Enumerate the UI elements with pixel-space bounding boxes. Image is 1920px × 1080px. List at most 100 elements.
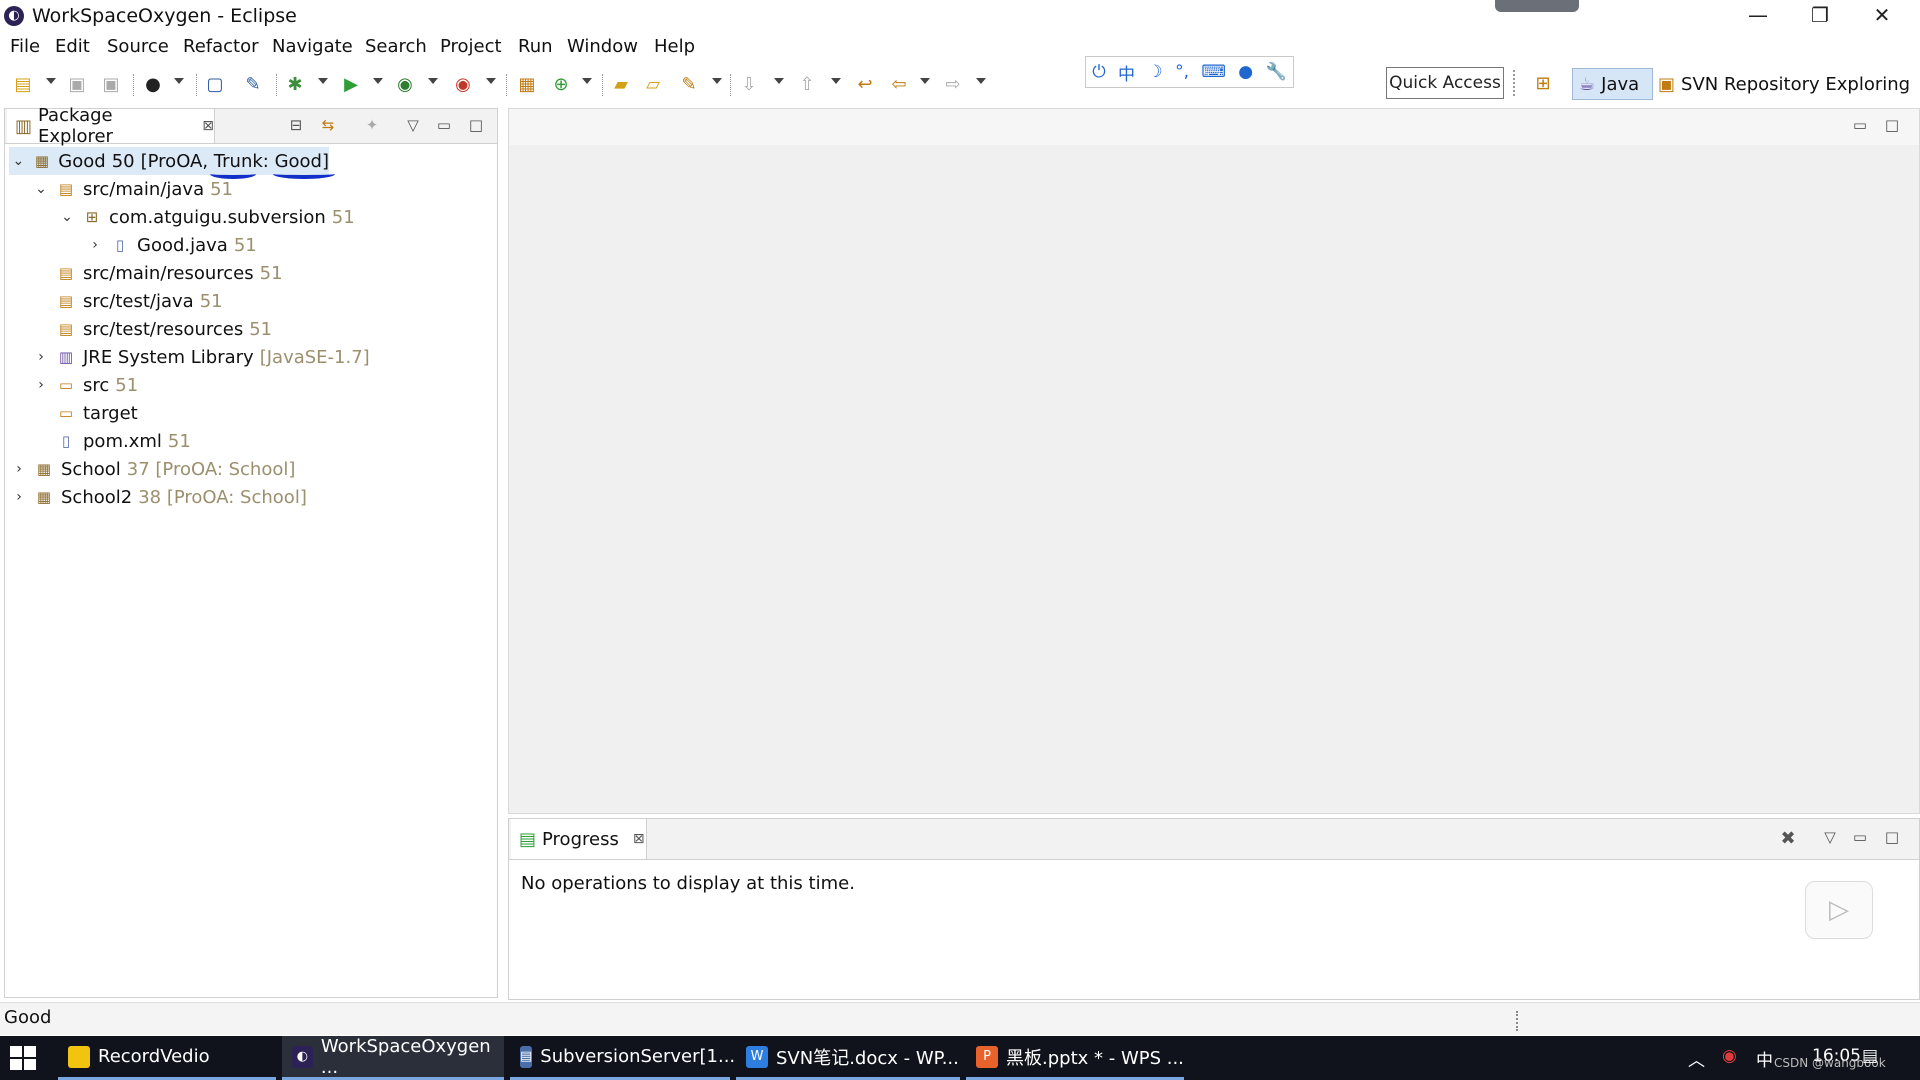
taskbar-item-blackboard-pptx[interactable]: P 黑板.pptx * - WPS ... <box>966 1036 1184 1080</box>
tree-item-src-test-java[interactable]: ▤ src/test/java 51 <box>51 287 223 315</box>
editor-area[interactable]: ▭ □ <box>508 108 1920 814</box>
collapse-all-icon[interactable]: ⊟ <box>285 116 307 136</box>
chevron-right-icon[interactable]: › <box>31 349 51 365</box>
ime-moon-icon[interactable]: ☽ <box>1147 62 1162 82</box>
new-class-dropdown-icon[interactable] <box>582 78 592 84</box>
tree-item-package[interactable]: ⌄ ⊞ com.atguigu.subversion 51 <box>57 203 355 231</box>
next-annotation-icon[interactable]: ⇩ <box>736 72 762 96</box>
menu-search[interactable]: Search <box>365 36 427 57</box>
tree-item-project-school[interactable]: › ▦ School 37 [ProOA: School] <box>9 455 295 483</box>
previous-annotation-icon[interactable]: ⇧ <box>794 72 820 96</box>
menu-help[interactable]: Help <box>654 36 695 57</box>
tree-item-src-main-java[interactable]: ⌄ ▤ src/main/java 51 <box>31 175 233 203</box>
new-icon[interactable]: ▤ <box>10 72 36 96</box>
tree-item-src[interactable]: › ▭ src 51 <box>31 371 138 399</box>
menu-file[interactable]: File <box>10 36 40 57</box>
run-dropdown-icon[interactable] <box>373 78 383 84</box>
tree-item-jre-library[interactable]: › ▥ JRE System Library [JavaSE-1.7] <box>31 343 370 371</box>
chevron-right-icon[interactable]: › <box>85 237 105 253</box>
search-dropdown-icon[interactable] <box>712 78 722 84</box>
taskbar-item-recordvedio[interactable]: RecordVedio <box>58 1036 276 1080</box>
coverage-dropdown-icon[interactable] <box>428 78 438 84</box>
skip-breakpoints-icon[interactable]: ✎ <box>240 72 266 96</box>
windows-start-icon[interactable] <box>10 1046 36 1070</box>
ime-keyboard-icon[interactable]: ⌨ <box>1201 62 1226 82</box>
menu-navigate[interactable]: Navigate <box>272 36 353 57</box>
ime-power-icon[interactable]: ⏻ <box>1092 62 1105 82</box>
chevron-right-icon[interactable]: › <box>9 489 29 505</box>
quick-access-input[interactable]: Quick Access <box>1386 67 1504 99</box>
new-java-package-icon[interactable]: ▦ <box>514 72 540 96</box>
action-center-icon[interactable]: ▤ <box>1862 1046 1878 1066</box>
open-task-icon[interactable]: ▱ <box>640 72 666 96</box>
close-tab-icon[interactable]: ⊠ <box>202 118 214 134</box>
minimize-editor-icon[interactable]: ▭ <box>1849 116 1871 136</box>
svn-perspective-button[interactable]: ▣ SVN Repository Exploring <box>1658 68 1920 100</box>
tree-item-target[interactable]: ▭ target <box>51 399 138 427</box>
chevron-down-icon[interactable]: ⌄ <box>31 181 51 197</box>
svn-icon[interactable]: ● <box>140 72 166 96</box>
tray-app-icon[interactable]: ◉ <box>1722 1046 1737 1066</box>
open-perspective-icon[interactable]: ⊞ <box>1530 70 1556 96</box>
menu-run[interactable]: Run <box>518 36 553 57</box>
taskbar-item-subversion-server[interactable]: ▤ SubversionServer[1... <box>510 1036 735 1080</box>
ime-language-icon[interactable]: 中 <box>1118 60 1135 85</box>
chevron-down-icon[interactable]: ⌄ <box>57 209 77 225</box>
taskbar-item-eclipse[interactable]: ◐ WorkSpaceOxygen ... <box>282 1036 504 1080</box>
tab-progress[interactable]: ▤ Progress ⊠ <box>511 819 647 859</box>
save-all-icon[interactable]: ▣ <box>98 72 124 96</box>
ime-settings-icon[interactable]: 🔧 <box>1266 62 1287 82</box>
console-icon[interactable]: ▢ <box>202 72 228 96</box>
new-dropdown-icon[interactable] <box>46 78 56 84</box>
menu-edit[interactable]: Edit <box>55 36 90 57</box>
last-edit-location-icon[interactable]: ↩ <box>852 72 878 96</box>
save-icon[interactable]: ▣ <box>64 72 90 96</box>
ime-user-icon[interactable]: ● <box>1238 62 1253 82</box>
remove-all-finished-icon[interactable]: ✖ <box>1777 828 1799 849</box>
tray-ime-indicator[interactable]: 中 <box>1756 1046 1773 1071</box>
restore-button[interactable]: ❐ <box>1789 0 1851 32</box>
svn-dropdown-icon[interactable] <box>174 78 184 84</box>
forward-icon[interactable]: ⇨ <box>940 72 966 96</box>
search-icon[interactable]: ✎ <box>676 72 702 96</box>
tree-item-src-test-resources[interactable]: ▤ src/test/resources 51 <box>51 315 272 343</box>
minimize-view-icon[interactable]: ▭ <box>433 116 455 136</box>
chevron-right-icon[interactable]: › <box>31 377 51 393</box>
tree-item-project-school2[interactable]: › ▦ School2 38 [ProOA: School] <box>9 483 307 511</box>
maximize-view-icon[interactable]: □ <box>1881 828 1903 848</box>
focus-on-active-task-icon[interactable]: ✦ <box>361 116 383 136</box>
menu-refactor[interactable]: Refactor <box>183 36 259 57</box>
debug-dropdown-icon[interactable] <box>318 78 328 84</box>
back-icon[interactable]: ⇦ <box>886 72 912 96</box>
java-perspective-button[interactable]: ☕ Java <box>1572 68 1653 100</box>
new-java-class-icon[interactable]: ⊕ <box>548 72 574 96</box>
external-tools-dropdown-icon[interactable] <box>486 78 496 84</box>
ime-punctuation-icon[interactable]: °, <box>1175 62 1189 82</box>
external-tools-icon[interactable]: ◉ <box>450 72 476 96</box>
open-type-icon[interactable]: ▰ <box>608 72 634 96</box>
menu-window[interactable]: Window <box>567 36 638 57</box>
tree-item-pom-xml[interactable]: ▯ pom.xml 51 <box>51 427 191 455</box>
menu-source[interactable]: Source <box>107 36 169 57</box>
minimize-button[interactable]: — <box>1727 0 1789 32</box>
tree-item-good-java[interactable]: › ▯ Good.java 51 <box>85 231 257 259</box>
view-menu-icon[interactable]: ▽ <box>402 116 424 136</box>
link-with-editor-icon[interactable]: ⇆ <box>317 116 339 136</box>
minimize-view-icon[interactable]: ▭ <box>1849 828 1871 848</box>
forward-dropdown-icon[interactable] <box>976 78 986 84</box>
chevron-right-icon[interactable]: › <box>9 461 29 477</box>
view-menu-icon[interactable]: ▽ <box>1819 828 1841 848</box>
taskbar-item-svn-notes[interactable]: W SVN笔记.docx - WP... <box>736 1036 960 1080</box>
floating-toolbar-handle[interactable] <box>1495 0 1579 12</box>
close-button[interactable]: ✕ <box>1851 0 1913 32</box>
tray-expand-icon[interactable]: ︿ <box>1688 1046 1705 1071</box>
back-dropdown-icon[interactable] <box>920 78 930 84</box>
debug-icon[interactable]: ✱ <box>282 72 308 96</box>
run-icon[interactable]: ▶ <box>338 72 364 96</box>
menu-project[interactable]: Project <box>440 36 502 57</box>
close-tab-icon[interactable]: ⊠ <box>633 831 645 847</box>
coverage-icon[interactable]: ◉ <box>392 72 418 96</box>
maximize-editor-icon[interactable]: □ <box>1881 116 1903 136</box>
next-annotation-dropdown-icon[interactable] <box>774 78 784 84</box>
chevron-down-icon[interactable]: ⌄ <box>9 153 28 169</box>
